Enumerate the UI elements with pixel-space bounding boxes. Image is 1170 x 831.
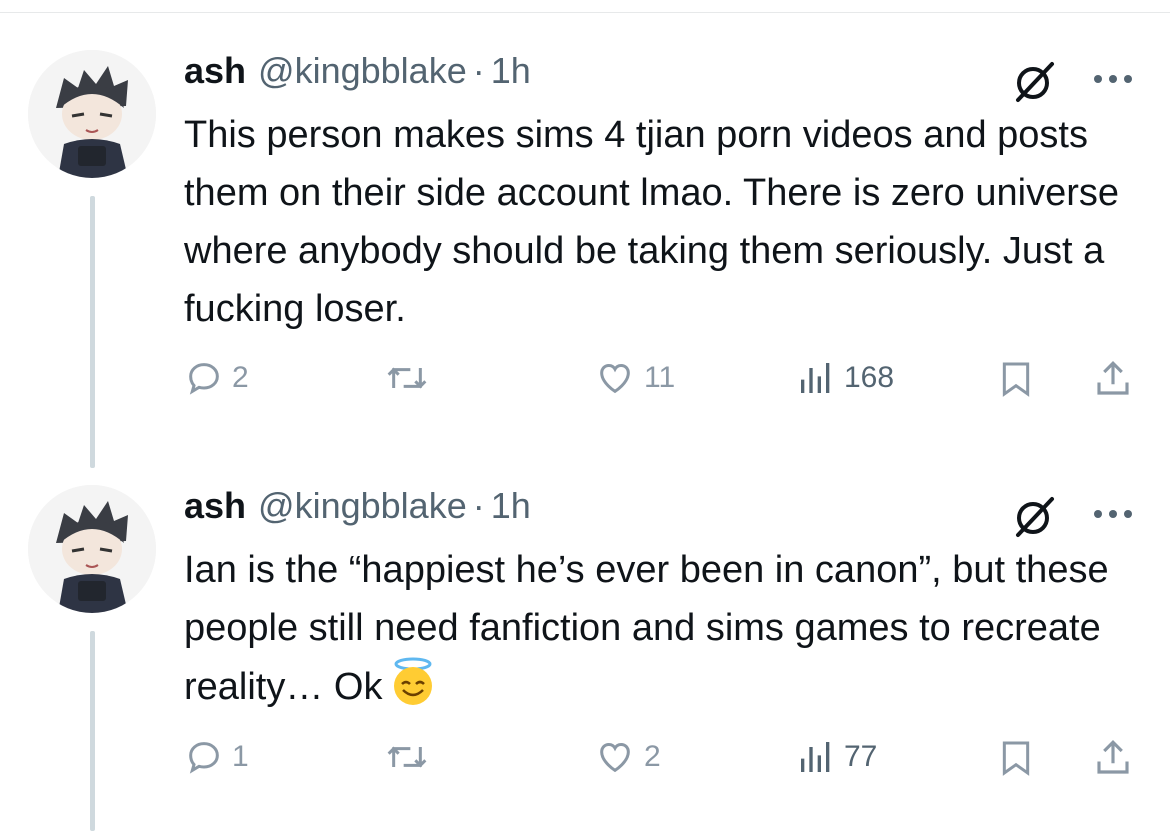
tweet[interactable]: ash @kingbblake · 1h Ian is the “happies… [0, 475, 1170, 831]
views-icon [801, 742, 830, 772]
like-button[interactable]: 11 [594, 358, 675, 398]
grok-icon[interactable] [1012, 493, 1058, 539]
avatar-illustration-icon [28, 50, 156, 178]
tweet-text: Ian is the “happiest he’s ever been in c… [184, 541, 1154, 716]
reply-count: 2 [232, 361, 249, 394]
reply-icon [189, 363, 219, 395]
like-icon [600, 742, 630, 773]
user-handle[interactable]: @kingbblake [258, 485, 467, 527]
action-bar: 1 2 77 [184, 737, 1144, 787]
separator-dot: · [472, 50, 485, 91]
thread-line [90, 631, 95, 831]
like-count: 2 [644, 740, 661, 773]
bookmark-icon [1002, 741, 1030, 776]
view-count: 168 [844, 361, 895, 394]
thread-line [90, 196, 95, 468]
like-count: 11 [644, 361, 676, 394]
top-divider [0, 12, 1170, 13]
reply-icon [189, 742, 219, 774]
tweet-text: This person makes sims 4 tjian porn vide… [184, 114, 1119, 330]
timestamp[interactable]: 1h [491, 485, 531, 527]
tweet-text-content: Ian is the “happiest he’s ever been in c… [184, 549, 1109, 708]
action-bar: 2 11 168 [184, 358, 1144, 408]
separator-dot: · [472, 485, 485, 526]
bookmark-button[interactable] [996, 358, 1036, 400]
avatar-illustration-icon [28, 485, 156, 613]
display-name[interactable]: ash [184, 50, 246, 92]
reply-button[interactable]: 1 [184, 737, 249, 777]
like-icon [600, 363, 630, 394]
share-icon [1097, 361, 1129, 395]
retweet-icon [387, 367, 427, 389]
timestamp[interactable]: 1h [491, 50, 531, 92]
reply-button[interactable]: 2 [184, 358, 249, 398]
view-count: 77 [844, 740, 878, 773]
avatar[interactable] [28, 50, 156, 178]
tweet-header: ash @kingbblake · 1h [184, 50, 531, 98]
retweet-icon [387, 746, 427, 768]
more-icon[interactable] [1088, 499, 1138, 529]
views-icon [801, 363, 830, 393]
views-button[interactable]: 77 [796, 737, 877, 777]
tweet-header: ash @kingbblake · 1h [184, 485, 531, 533]
grok-icon[interactable] [1012, 58, 1058, 104]
like-button[interactable]: 2 [594, 737, 661, 777]
more-icon[interactable] [1088, 64, 1138, 94]
bookmark-button[interactable] [996, 737, 1036, 779]
share-button[interactable] [1092, 737, 1134, 779]
display-name[interactable]: ash [184, 485, 246, 527]
retweet-button[interactable] [384, 737, 430, 777]
share-icon [1097, 740, 1129, 774]
share-button[interactable] [1092, 358, 1134, 400]
smiling-face-with-halo-icon [394, 657, 433, 705]
tweet[interactable]: ash @kingbblake · 1h This person makes s… [0, 40, 1170, 470]
user-handle[interactable]: @kingbblake [258, 50, 467, 92]
retweet-button[interactable] [384, 358, 430, 398]
avatar[interactable] [28, 485, 156, 613]
views-button[interactable]: 168 [796, 358, 894, 398]
bookmark-icon [1002, 362, 1030, 397]
reply-count: 1 [232, 740, 249, 773]
